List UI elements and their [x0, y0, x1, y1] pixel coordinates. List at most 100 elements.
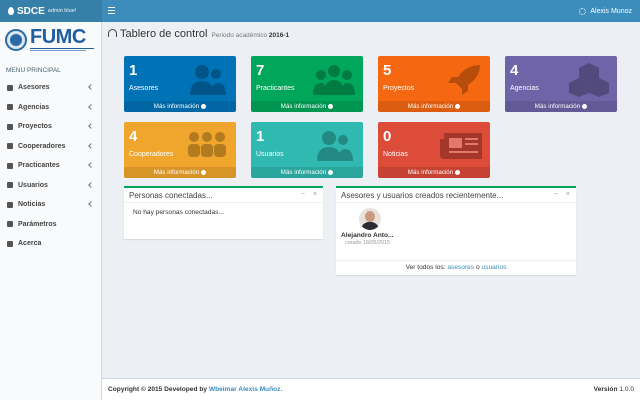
stat-box-noticias: 0 Noticias Más información — [378, 122, 490, 178]
sidebar-item-label: Parámetros — [18, 220, 57, 228]
more-info-link[interactable]: Más información — [124, 101, 236, 112]
newspaper-icon — [7, 201, 13, 208]
sidebar-item-agencias[interactable]: Agencias — [0, 98, 101, 118]
sidebar-item-label: Acerca — [18, 240, 42, 248]
more-info-link[interactable]: Más información — [251, 167, 363, 178]
panel-title: Personas conectadas... — [129, 190, 213, 200]
user-icon — [7, 182, 13, 189]
seal-icon — [5, 29, 27, 51]
stat-label: Usuarios — [256, 151, 284, 158]
close-icon[interactable]: × — [313, 191, 317, 198]
stat-box-proyectos: 5 Proyectos Más información — [378, 56, 490, 112]
author-link[interactable]: Wbeimar Alexis Muñoz. — [209, 386, 282, 393]
connected-people-panel: Personas conectadas... − × No hay person… — [124, 186, 323, 239]
arrow-circle-icon — [201, 103, 207, 109]
sidebar-item-label: Cooperadores — [18, 142, 66, 150]
avatar — [359, 208, 381, 230]
stat-count: 1 — [129, 62, 138, 79]
more-info-link[interactable]: Más información — [505, 101, 617, 112]
stat-count: 5 — [383, 62, 392, 79]
drop-icon — [8, 7, 14, 15]
user-card[interactable]: Alejandro Anto... creado 18/05/2015 — [341, 208, 571, 246]
rocket-icon — [7, 123, 13, 130]
footer: Copyright © 2015 Developed by Wbeimar Al… — [102, 378, 640, 400]
sidebar-item-cooperadores[interactable]: Cooperadores — [0, 137, 101, 157]
user-menu[interactable]: Alexis Munoz — [579, 0, 632, 22]
sidebar-item-label: Agencias — [18, 103, 50, 111]
users-icon — [317, 131, 353, 161]
user-name[interactable]: Alejandro Anto... — [341, 232, 571, 239]
more-info-link[interactable]: Más información — [124, 167, 236, 178]
version: Versión 1.0.0 — [593, 386, 634, 393]
arrow-circle-icon — [455, 169, 461, 175]
users-icon — [7, 84, 13, 91]
sidebar-item-label: Practicantes — [18, 162, 60, 170]
stat-box-agencias: 4 Agencias Más información — [505, 56, 617, 112]
sidebar-item-asesores[interactable]: Asesores — [0, 78, 101, 98]
stat-count: 7 — [256, 62, 265, 79]
empty-message: No hay personas conectadas... — [133, 209, 224, 216]
menu-header: MENU PRINCIPAL — [6, 67, 61, 74]
copyright: Copyright © 2015 Developed by Wbeimar Al… — [108, 386, 283, 393]
group-icon — [7, 162, 13, 169]
brand-name: FUMC — [30, 25, 86, 48]
academic-period: 2016-1 — [268, 32, 290, 39]
stat-label: Asesores — [129, 85, 159, 92]
minimize-icon[interactable]: − — [301, 191, 305, 198]
stat-box-practicantes: 7 Practicantes Más información — [251, 56, 363, 112]
sliders-icon — [7, 221, 13, 228]
sidebar-menu: Asesores Agencias Proyectos Cooperadores… — [0, 78, 101, 254]
stat-label: Practicantes — [256, 85, 295, 92]
top-navbar: SDCE admin blue! Alexis Munoz — [0, 0, 640, 22]
more-info-link[interactable]: Más información — [378, 101, 490, 112]
more-info-link[interactable]: Más información — [378, 167, 490, 178]
sidebar-item-parametros[interactable]: Parámetros — [0, 215, 101, 235]
created-date: creado 18/05/2015 — [345, 240, 390, 246]
panel-header: Personas conectadas... − × — [124, 188, 323, 203]
stat-box-asesores: 1 Asesores Más información — [124, 56, 236, 112]
stat-label: Agencias — [510, 85, 539, 92]
chevron-icon — [88, 142, 94, 149]
handshake-icon — [188, 132, 226, 157]
sidebar-item-acerca[interactable]: Acerca — [0, 234, 101, 254]
stat-count: 4 — [129, 128, 138, 145]
arrow-circle-icon — [582, 103, 588, 109]
sidebar-item-noticias[interactable]: Noticias — [0, 195, 101, 215]
sidebar-item-usuarios[interactable]: Usuarios — [0, 176, 101, 196]
user-list: Alejandro Anto... creado 18/05/2015 — [336, 203, 576, 251]
view-all: Ver todos los: asesores o usuarios — [336, 260, 576, 275]
chevron-icon — [88, 201, 94, 207]
chevron-icon — [88, 181, 94, 188]
asesores-link[interactable]: asesores — [447, 264, 474, 271]
stat-label: Noticias — [383, 151, 408, 158]
arrow-circle-icon — [455, 103, 461, 109]
more-info-link[interactable]: Más información — [251, 101, 363, 112]
page-title: Tablero de control — [120, 28, 208, 40]
group-icon — [313, 65, 355, 95]
stat-box-cooperadores: 4 Cooperadores Más información — [124, 122, 236, 178]
arrow-circle-icon — [328, 169, 334, 175]
usuarios-link[interactable]: usuarios — [481, 264, 506, 271]
logo[interactable]: SDCE admin blue! — [0, 0, 102, 22]
sidebar-item-label: Asesores — [18, 84, 50, 92]
logo-name: SDCE — [17, 5, 45, 17]
chevron-icon — [88, 103, 94, 110]
sidebar-item-proyectos[interactable]: Proyectos — [0, 117, 101, 137]
stat-label: Cooperadores — [129, 151, 174, 158]
stat-count: 1 — [256, 128, 265, 145]
globe-icon — [7, 240, 13, 247]
minimize-icon[interactable]: − — [554, 191, 558, 198]
sidebar-toggle-icon[interactable] — [108, 7, 115, 14]
gear-icon — [579, 7, 587, 15]
users-icon — [190, 65, 226, 95]
logo-subtitle: admin blue! — [47, 8, 77, 14]
stat-count: 0 — [383, 128, 392, 145]
stat-count: 4 — [510, 62, 519, 79]
sidebar-item-practicantes[interactable]: Practicantes — [0, 156, 101, 176]
rocket-icon — [448, 65, 480, 95]
arrow-circle-icon — [201, 169, 207, 175]
close-icon[interactable]: × — [566, 191, 570, 198]
chevron-icon — [88, 123, 94, 129]
sidebar-item-label: Noticias — [18, 201, 46, 209]
handshake-icon — [7, 143, 13, 150]
